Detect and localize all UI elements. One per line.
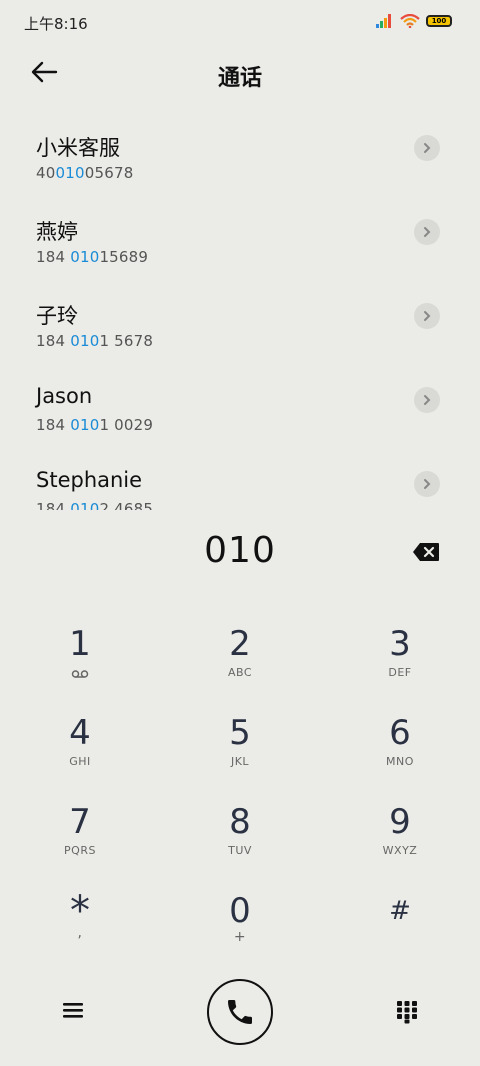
dialpad-icon[interactable] [396, 1000, 418, 1024]
chevron-right-icon [424, 479, 431, 489]
contact-detail-button[interactable] [414, 219, 440, 245]
key-letters: + [233, 929, 247, 945]
contact-number: 4001005678 [36, 164, 134, 182]
key-1[interactable]: 1 [20, 624, 140, 704]
dial-entry: 010 [0, 526, 480, 582]
contact-row[interactable]: Jason 184 0101 0029 [0, 362, 480, 446]
key-digit: 9 [389, 802, 411, 842]
key-2[interactable]: 2 ABC [180, 624, 300, 704]
key-digit: 7 [69, 802, 91, 842]
key-digit: 2 [229, 624, 251, 664]
key-letters: TUV [228, 844, 252, 857]
key-0[interactable]: 0 + [180, 891, 300, 971]
call-button[interactable] [207, 979, 273, 1045]
contact-number: 184 0101 0029 [36, 416, 154, 434]
contact-name: 子玲 [36, 304, 78, 328]
contact-name: 燕婷 [36, 220, 78, 244]
key-letters: JKL [230, 755, 250, 768]
contact-detail-button[interactable] [414, 135, 440, 161]
key-letters: MNO [386, 755, 414, 768]
page-title: 通话 [217, 66, 262, 91]
menu-icon[interactable] [62, 1000, 84, 1020]
contact-row[interactable]: 子玲 184 0101 5678 [0, 278, 480, 362]
contact-name: 小米客服 [36, 136, 120, 160]
key-letters: GHI [69, 755, 91, 768]
status-time: 上午8:16 [24, 15, 88, 33]
contact-row[interactable]: Stephanie 184 0102 4685 [0, 446, 480, 510]
contact-number: 184 0101 5678 [36, 332, 154, 350]
key-digit: 5 [229, 713, 251, 753]
contact-detail-button[interactable] [414, 303, 440, 329]
key-digit: 3 [389, 624, 411, 664]
contact-detail-button[interactable] [414, 387, 440, 413]
key-digit: 8 [229, 802, 251, 842]
chevron-right-icon [424, 311, 431, 321]
header: 通话 [0, 46, 480, 102]
key-letters: WXYZ [382, 844, 418, 857]
contact-row[interactable]: 小米客服 4001005678 [0, 110, 480, 194]
wifi-icon [400, 14, 420, 28]
contact-number: 184 01015689 [36, 248, 149, 266]
chevron-right-icon [424, 395, 431, 405]
key-digit: # [389, 896, 411, 926]
contact-number: 184 0102 4685 [36, 500, 154, 510]
phone-icon [228, 1000, 252, 1024]
key-7[interactable]: 7 PQRS [20, 802, 140, 882]
backspace-icon[interactable] [412, 542, 440, 562]
signal-icon [376, 14, 391, 28]
key-hash[interactable]: # [340, 891, 460, 971]
contact-name: Stephanie [36, 468, 143, 492]
contact-row[interactable]: 燕婷 184 01015689 [0, 194, 480, 278]
battery-icon: 100 [426, 15, 452, 27]
key-8[interactable]: 8 TUV [180, 802, 300, 882]
key-5[interactable]: 5 JKL [180, 713, 300, 793]
contact-detail-button[interactable] [414, 471, 440, 497]
key-3[interactable]: 3 DEF [340, 624, 460, 704]
key-digit: 4 [69, 713, 91, 753]
key-digit: 1 [69, 624, 91, 664]
key-6[interactable]: 6 MNO [340, 713, 460, 793]
voicemail-icon [71, 670, 89, 678]
key-letters: DEF [388, 666, 412, 679]
chevron-right-icon [424, 227, 431, 237]
contact-list[interactable]: 小米客服 4001005678 燕婷 184 01015689 子玲 184 0… [0, 110, 480, 510]
key-digit: 6 [389, 713, 411, 753]
status-icons: 100 [376, 14, 452, 28]
key-letters: ABC [227, 666, 253, 679]
key-digit: 0 [229, 891, 251, 931]
dialed-number[interactable]: 010 [0, 530, 480, 571]
status-bar: 上午8:16 100 [0, 0, 480, 46]
key-star[interactable]: * , [20, 891, 140, 971]
key-9[interactable]: 9 WXYZ [340, 802, 460, 882]
contact-name: Jason [36, 384, 93, 408]
key-letters: , [77, 925, 83, 941]
key-letters: PQRS [64, 844, 96, 857]
chevron-right-icon [424, 143, 431, 153]
bottom-bar [0, 976, 480, 1048]
key-4[interactable]: 4 GHI [20, 713, 140, 793]
